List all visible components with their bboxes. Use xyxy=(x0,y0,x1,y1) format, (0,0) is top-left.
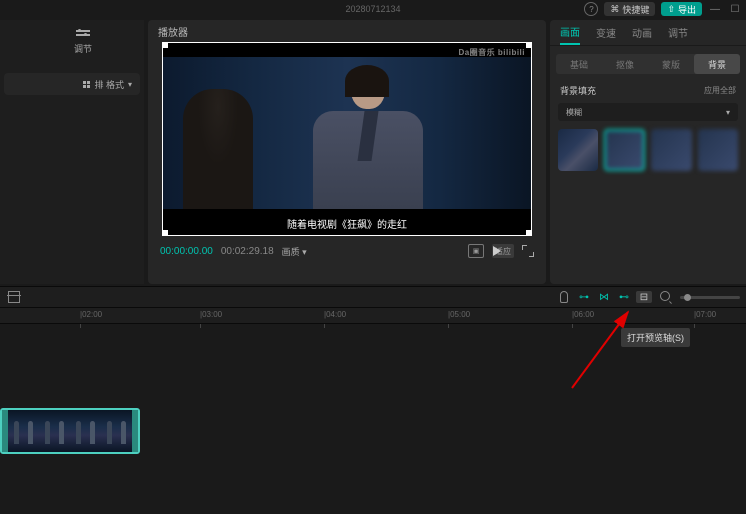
title-bar: 20280712134 ? ⌘ 快捷键 ⇧ 导出 — ☐ xyxy=(0,0,746,18)
snap-icon: ⊷ xyxy=(619,292,629,303)
chevron-down-icon xyxy=(128,79,132,89)
bg-preset-3[interactable] xyxy=(651,129,691,171)
bg-preset-4[interactable] xyxy=(698,129,738,171)
preview-axis-icon: ⊟ xyxy=(640,292,648,303)
subtab-mask[interactable]: 蒙版 xyxy=(648,54,694,74)
ruler-tick: |07:00 xyxy=(694,310,716,319)
ruler-tick: |03:00 xyxy=(200,310,222,319)
grid-view-icon xyxy=(83,81,90,88)
timeline[interactable]: |02:00 |03:00 |04:00 |05:00 |06:00 |07:0… xyxy=(0,308,746,514)
timecode-current: 00:00:00.00 xyxy=(160,246,213,257)
video-canvas[interactable]: Da圈音乐 bilibili 随着电视剧《狂飙》的走红 xyxy=(162,42,532,236)
apply-all-link[interactable]: 应用全部 xyxy=(704,85,736,96)
chevron-down-icon: ▾ xyxy=(726,108,730,117)
play-button[interactable] xyxy=(493,246,501,256)
background-presets xyxy=(550,121,746,179)
sort-dropdown[interactable]: 排 格式 xyxy=(4,73,140,95)
zoom-slider[interactable] xyxy=(680,296,740,299)
record-voiceover-button[interactable] xyxy=(560,291,568,303)
screenshot-button[interactable]: ▣ xyxy=(468,244,484,258)
tab-speed[interactable]: 变速 xyxy=(596,21,616,44)
link-icon: ⋈ xyxy=(599,292,609,303)
sliders-icon xyxy=(76,28,90,38)
ruler-tick: |06:00 xyxy=(572,310,594,319)
tab-adjust[interactable]: 调节 xyxy=(668,21,688,44)
ruler-tick: |02:00 xyxy=(80,310,102,319)
snap-button[interactable]: ⊷ xyxy=(616,291,632,303)
linkage-button[interactable]: ⋈ xyxy=(596,291,612,303)
picture-subtabs: 基础 抠像 蒙版 背景 xyxy=(556,54,740,74)
background-type-select[interactable]: 模糊 ▾ xyxy=(558,103,738,121)
time-ruler[interactable]: |02:00 |03:00 |04:00 |05:00 |06:00 |07:0… xyxy=(0,308,746,324)
help-button[interactable]: ? xyxy=(584,2,598,16)
grid-icon: ⌘ xyxy=(610,4,619,15)
tab-picture[interactable]: 画面 xyxy=(560,20,580,45)
project-title: 20280712134 xyxy=(345,4,400,14)
player-title: 播放器 xyxy=(148,20,546,42)
media-panel: 调节 排 格式 xyxy=(0,20,144,284)
video-clip[interactable] xyxy=(0,408,140,454)
player-panel: 播放器 Da圈音乐 bilibili 随着电视剧《狂飙》的走红 00:00:00… xyxy=(148,20,546,284)
clip-right-handle[interactable] xyxy=(132,410,138,452)
bg-preset-1[interactable] xyxy=(558,129,598,171)
background-fill-label: 背景填充 xyxy=(560,84,596,97)
video-subtitle: 随着电视剧《狂飙》的走红 xyxy=(163,216,531,231)
ruler-tick: |05:00 xyxy=(448,310,470,319)
video-watermark: Da圈音乐 bilibili xyxy=(458,47,525,58)
minimize-button[interactable]: — xyxy=(708,2,722,16)
properties-panel: 画面 变速 动画 调节 基础 抠像 蒙版 背景 背景填充 应用全部 模糊 ▾ xyxy=(550,20,746,284)
fullscreen-button[interactable] xyxy=(522,245,534,257)
bg-preset-2[interactable] xyxy=(604,129,645,171)
subtab-background[interactable]: 背景 xyxy=(694,54,740,74)
timecode-total: 00:02:29.18 xyxy=(221,246,274,257)
magnet-button[interactable]: ⊶ xyxy=(576,291,592,303)
adjust-tool[interactable]: 调节 xyxy=(22,28,144,55)
property-tabs: 画面 变速 动画 调节 xyxy=(550,20,746,46)
shortcuts-button[interactable]: ⌘ 快捷键 xyxy=(604,2,655,16)
subtab-cutout[interactable]: 抠像 xyxy=(602,54,648,74)
magnet-icon: ⊶ xyxy=(579,292,589,303)
zoom-out-button[interactable] xyxy=(660,291,672,303)
image-icon: ▣ xyxy=(473,247,480,255)
upload-icon: ⇧ xyxy=(667,4,675,15)
preview-axis-tooltip: 打开预览轴(S) xyxy=(621,328,690,347)
export-button[interactable]: ⇧ 导出 xyxy=(661,2,702,16)
quality-dropdown[interactable]: 画质 ▾ xyxy=(282,245,307,258)
maximize-button[interactable]: ☐ xyxy=(728,2,742,16)
track-area[interactable] xyxy=(0,408,746,454)
crop-tool-button[interactable] xyxy=(8,291,20,303)
preview-axis-button[interactable]: ⊟ xyxy=(636,291,652,303)
timeline-toolbar: ⊶ ⋈ ⊷ ⊟ xyxy=(0,286,746,308)
play-icon xyxy=(493,246,501,256)
tab-animation[interactable]: 动画 xyxy=(632,21,652,44)
subtab-basic[interactable]: 基础 xyxy=(556,54,602,74)
ruler-tick: |04:00 xyxy=(324,310,346,319)
